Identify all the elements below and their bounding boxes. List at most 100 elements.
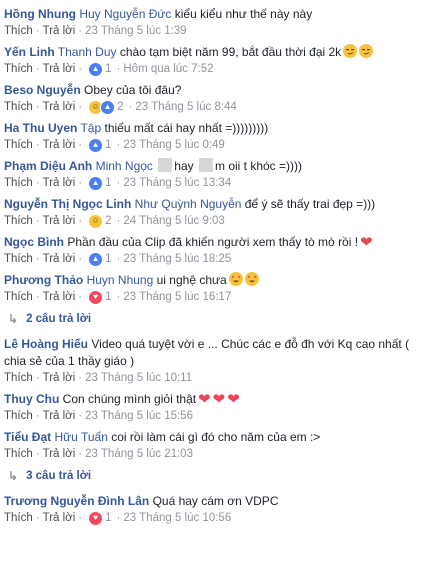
comment-author[interactable]: Yến Linh <box>4 45 55 59</box>
reaction-summary[interactable]: ☺ 2 <box>88 213 112 229</box>
reply-link[interactable]: Trả lời <box>43 175 76 191</box>
separator-dot: · <box>78 372 83 384</box>
reaction-count: 2 <box>105 215 112 227</box>
comment-mention[interactable]: Tập <box>80 121 101 135</box>
comment-author[interactable]: Nguyễn Thị Ngọc Linh <box>4 197 131 211</box>
like-reaction-icon: ▲ <box>88 251 104 267</box>
comment-body: Phương Thảo Huyn Nhung ui nghệ chưa <box>4 272 421 289</box>
reaction-summary[interactable]: ♥ 1 <box>88 289 112 305</box>
like-link[interactable]: Thích <box>4 510 33 526</box>
comment-timestamp[interactable]: 23 Tháng 5 lúc 21:03 <box>85 446 193 462</box>
comment-mention[interactable]: Thanh Duy <box>58 45 117 59</box>
reaction-summary[interactable]: ▲ 1 <box>88 175 112 191</box>
comment-author[interactable]: Trương Nguyễn Đình Lân <box>4 494 149 508</box>
like-link[interactable]: Thích <box>4 251 33 267</box>
separator-dot: · <box>116 291 121 303</box>
comment-mention[interactable]: Hữu Tuấn <box>54 430 107 444</box>
reaction-summary[interactable]: ☺ ▲ 2 <box>88 99 124 115</box>
comment-text-continued: m oii t khóc =)))) <box>214 159 302 173</box>
comment-mention[interactable]: Minh Ngọc <box>96 159 153 173</box>
separator-dot: · <box>78 25 83 37</box>
comment: Phạm Diệu Anh Minh Ngọc hay m oii t khóc… <box>4 158 421 191</box>
redacted-mention <box>158 158 173 172</box>
like-link[interactable]: Thích <box>4 99 33 115</box>
comment-timestamp[interactable]: 24 Tháng 5 lúc 9:03 <box>123 213 224 229</box>
like-link[interactable]: Thích <box>4 370 33 386</box>
view-replies-link[interactable]: ↳ 2 câu trả lời <box>4 310 421 336</box>
reply-link[interactable]: Trả lời <box>43 99 76 115</box>
reply-link[interactable]: Trả lời <box>43 23 76 39</box>
reply-link[interactable]: Trả lời <box>43 289 76 305</box>
comment-author[interactable]: Beso Nguyễn <box>4 83 81 97</box>
comment-timestamp[interactable]: 23 Tháng 5 lúc 18:25 <box>123 251 231 267</box>
comment-timestamp[interactable]: 23 Tháng 5 lúc 8:44 <box>135 99 236 115</box>
separator-dot: · <box>78 410 83 422</box>
comment-mention[interactable]: Huyn Nhung <box>87 273 154 287</box>
comment-mention[interactable]: Huy Nguyễn Đức <box>79 7 171 21</box>
comment-body: Tiểu Đạt Hữu Tuấn coi rồi làm cái gì đó … <box>4 429 421 446</box>
reaction-summary[interactable]: ▲ 1 <box>88 61 112 77</box>
comment-timestamp[interactable]: Hôm qua lúc 7:52 <box>123 61 213 77</box>
reaction-summary[interactable]: ▲ 1 <box>88 251 112 267</box>
comment-body: Hồng Nhung Huy Nguyễn Đức kiểu kiểu như … <box>4 6 421 23</box>
reaction-summary[interactable]: ▲ 1 <box>88 137 112 153</box>
like-link[interactable]: Thích <box>4 213 33 229</box>
comment-timestamp[interactable]: 23 Tháng 5 lúc 1:39 <box>85 23 186 39</box>
like-reaction-icon: ▲ <box>100 99 116 115</box>
reaction-summary[interactable]: ♥ 1 <box>88 510 112 526</box>
comment-meta: Thích · Trả lời · ☺ 2 · 24 Tháng 5 lúc 9:03 <box>4 213 421 229</box>
like-link[interactable]: Thích <box>4 23 33 39</box>
separator-dot: · <box>35 448 40 460</box>
reply-link[interactable]: Trả lời <box>43 213 76 229</box>
reply-link[interactable]: Trả lời <box>43 370 76 386</box>
comment-body: Thuy Chu Con chúng mình giỏi thật ❤ ❤ ❤ <box>4 391 421 408</box>
like-link[interactable]: Thích <box>4 137 33 153</box>
like-link[interactable]: Thích <box>4 446 33 462</box>
like-link[interactable]: Thích <box>4 289 33 305</box>
comment-author[interactable]: Ha Thu Uyen <box>4 121 77 135</box>
comment-meta: Thích · Trả lời · ▲ 1 · 23 Tháng 5 lúc 13:34 <box>4 175 421 191</box>
comment-body: Nguyễn Thị Ngọc Linh Như Quỳnh Nguyễn để… <box>4 196 421 213</box>
reply-link[interactable]: Trả lời <box>43 446 76 462</box>
comment-author[interactable]: Phạm Diệu Anh <box>4 159 92 173</box>
comment: Hồng Nhung Huy Nguyễn Đức kiểu kiểu như … <box>4 6 421 39</box>
separator-dot: · <box>116 139 121 151</box>
like-link[interactable]: Thích <box>4 61 33 77</box>
comment-text: hay <box>174 159 194 173</box>
reply-link[interactable]: Trả lời <box>43 61 76 77</box>
comment-timestamp[interactable]: 23 Tháng 5 lúc 16:17 <box>123 289 231 305</box>
comment-author[interactable]: Thuy Chu <box>4 392 59 406</box>
comment-author[interactable]: Phương Thảo <box>4 273 83 287</box>
reply-arrow-icon: ↳ <box>8 312 19 326</box>
comment-author[interactable]: Tiểu Đạt <box>4 430 51 444</box>
reply-link[interactable]: Trả lời <box>43 251 76 267</box>
reply-link[interactable]: Trả lời <box>43 510 76 526</box>
like-link[interactable]: Thích <box>4 175 33 191</box>
haha-reaction-icon: ☺ <box>88 213 104 229</box>
reply-link[interactable]: Trả lời <box>43 137 76 153</box>
view-replies-link[interactable]: ↳ 3 câu trả lời <box>4 467 421 493</box>
reaction-count: 1 <box>105 177 112 189</box>
separator-dot: · <box>78 291 83 303</box>
reaction-count: 1 <box>105 291 112 303</box>
comment-timestamp[interactable]: 23 Tháng 5 lúc 13:34 <box>123 175 231 191</box>
comment-timestamp[interactable]: 23 Tháng 5 lúc 10:11 <box>85 370 192 386</box>
comment-mention[interactable]: Như Quỳnh Nguyễn <box>135 197 242 211</box>
comment-timestamp[interactable]: 23 Tháng 5 lúc 10:56 <box>123 510 231 526</box>
reply-link[interactable]: Trả lời <box>43 408 76 424</box>
separator-dot: · <box>35 139 40 151</box>
reaction-count: 1 <box>105 253 112 265</box>
comment-timestamp[interactable]: 23 Tháng 5 lúc 0:49 <box>123 137 224 153</box>
comment-timestamp[interactable]: 23 Tháng 5 lúc 15:56 <box>85 408 193 424</box>
comment-author[interactable]: Ngọc Bình <box>4 235 64 249</box>
separator-dot: · <box>78 101 83 113</box>
separator-dot: · <box>35 512 40 524</box>
comment-list: Hồng Nhung Huy Nguyễn Đức kiểu kiểu như … <box>0 0 421 526</box>
comment: Ha Thu Uyen Tập thiếu mất cái hay nhất =… <box>4 120 421 153</box>
comment-author[interactable]: Lê Hoàng Hiếu <box>4 337 88 351</box>
comment-meta: Thích · Trả lời · ♥ 1 · 23 Tháng 5 lúc 16:17 <box>4 289 421 305</box>
comment-author[interactable]: Hồng Nhung <box>4 7 76 21</box>
reaction-count: 1 <box>105 63 112 75</box>
smirk-emoji-icon <box>343 44 358 58</box>
like-link[interactable]: Thích <box>4 408 33 424</box>
